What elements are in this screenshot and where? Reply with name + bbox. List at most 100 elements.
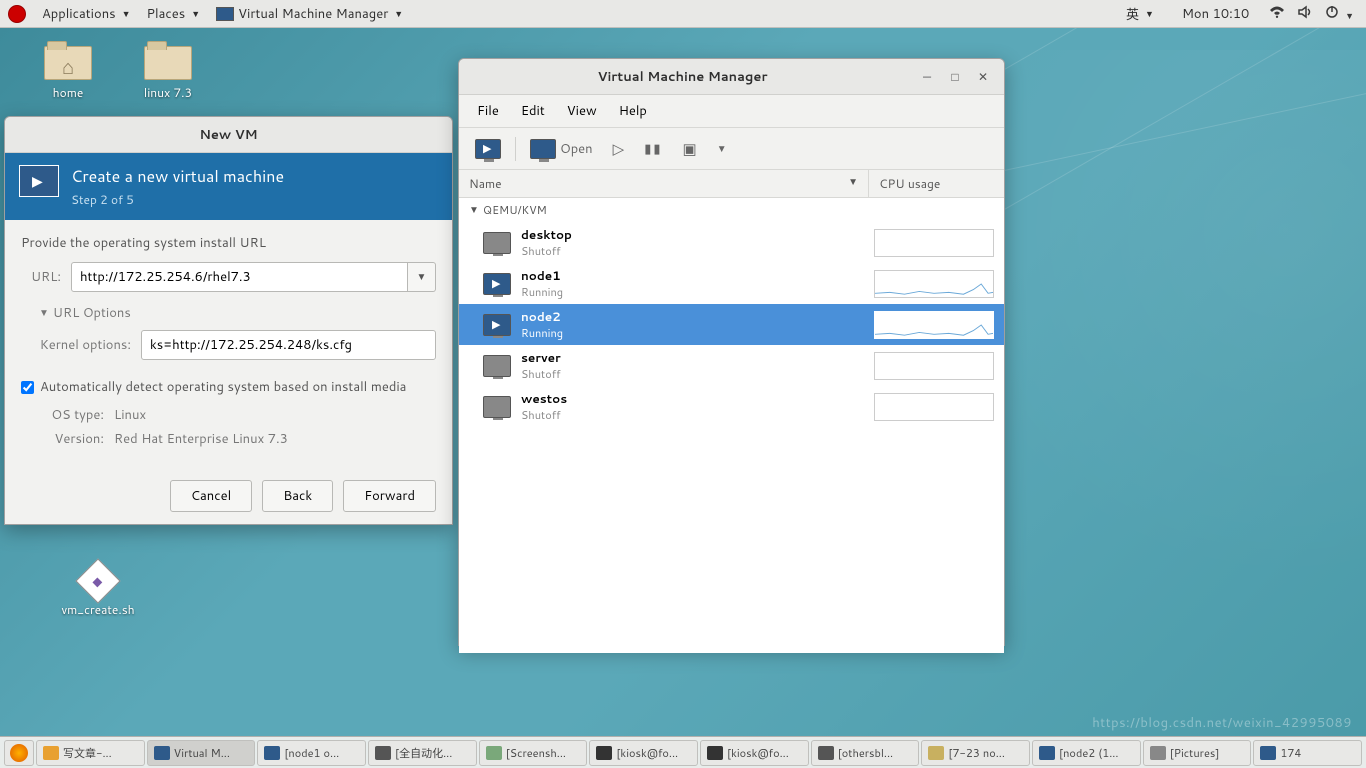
desktop-icon-label: home: [28, 84, 108, 101]
taskbar-item[interactable]: [全自动化...: [368, 740, 477, 766]
menubar: File Edit View Help: [459, 95, 1004, 128]
vm-name: server: [521, 349, 864, 366]
vm-list: ▼ QEMU/KVM desktopShutoffnode1Runningnod…: [459, 198, 1004, 653]
monitor-icon: [483, 396, 511, 418]
taskbar-item-label: [node1 o...: [284, 745, 339, 761]
taskbar-item[interactable]: [node2 (1...: [1032, 740, 1141, 766]
triangle-down-icon: ▼: [39, 306, 49, 320]
vm-row[interactable]: node2Running: [459, 304, 1004, 345]
new-vm-button[interactable]: [469, 135, 507, 163]
vm-name: node2: [521, 308, 864, 325]
menu-view[interactable]: View: [557, 99, 607, 123]
version-value: Red Hat Enterprise Linux 7.3: [114, 430, 288, 448]
taskbar-item-label: [node2 (1...: [1059, 745, 1118, 761]
vm-row[interactable]: westosShutoff: [459, 386, 1004, 427]
cpu-usage-graph: [874, 311, 994, 339]
kernel-options-input[interactable]: [141, 330, 436, 360]
cancel-button[interactable]: Cancel: [170, 480, 252, 512]
shutdown-menu-button[interactable]: ▼: [711, 138, 733, 160]
taskbar-item[interactable]: 174: [1253, 740, 1362, 766]
taskbar-item[interactable]: [node1 o...: [257, 740, 366, 766]
stop-icon: ▣: [683, 138, 697, 159]
desktop-icon-linux73[interactable]: linux 7.3: [128, 40, 208, 101]
app-icon: [818, 746, 834, 760]
applications-menu[interactable]: Applications ▼: [34, 0, 139, 28]
active-app-menu[interactable]: Virtual Machine Manager ▼: [208, 0, 411, 28]
ime-indicator[interactable]: 英 ▼: [1118, 0, 1162, 28]
menu-help[interactable]: Help: [609, 99, 657, 123]
taskbar-item[interactable]: Virtual M...: [147, 740, 256, 766]
vm-row[interactable]: serverShutoff: [459, 345, 1004, 386]
column-name[interactable]: Name ▼: [459, 170, 869, 197]
close-button[interactable]: ✕: [976, 70, 990, 84]
vm-row[interactable]: desktopShutoff: [459, 222, 1004, 263]
app-icon: [375, 746, 391, 760]
taskbar-item[interactable]: [kiosk@fo...: [589, 740, 698, 766]
taskbar-item[interactable]: [7-23 no...: [921, 740, 1030, 766]
taskbar-item-label: 写文章-...: [63, 745, 112, 761]
chevron-down-icon: ▼: [122, 7, 131, 20]
taskbar-item[interactable]: [Screensh...: [479, 740, 588, 766]
folder-icon: [44, 46, 92, 80]
ostype-label: OS type:: [39, 406, 104, 424]
places-menu[interactable]: Places ▼: [139, 0, 209, 28]
power-icon[interactable]: ▼: [1325, 4, 1354, 24]
taskbar-item[interactable]: [othersbl...: [811, 740, 920, 766]
shutdown-button[interactable]: ▣: [677, 134, 703, 163]
pause-button[interactable]: ▮▮: [638, 136, 668, 162]
taskbar-item-label: [kiosk@fo...: [727, 745, 789, 761]
panel-rh-logo[interactable]: [0, 0, 34, 28]
url-options-expander[interactable]: ▼ URL Options: [39, 304, 436, 322]
url-input[interactable]: [71, 262, 408, 292]
app-icon: [154, 746, 170, 760]
window-title: New VM: [5, 126, 452, 144]
url-dropdown-button[interactable]: ▼: [408, 262, 436, 292]
chevron-down-icon: ▼: [394, 7, 403, 20]
monitor-icon: [483, 273, 511, 295]
run-button[interactable]: ▷: [607, 134, 631, 163]
menu-file[interactable]: File: [467, 99, 509, 123]
monitor-icon: [475, 139, 501, 159]
app-icon: [1150, 746, 1166, 760]
taskbar-item[interactable]: [kiosk@fo...: [700, 740, 809, 766]
triangle-down-icon: ▼: [469, 203, 479, 217]
volume-icon[interactable]: [1297, 4, 1313, 24]
desktop-icon-script[interactable]: ◆ vm_create.sh: [58, 565, 138, 618]
cpu-usage-graph: [874, 229, 994, 257]
desktop-icon-home[interactable]: home: [28, 40, 108, 101]
minimize-button[interactable]: —: [920, 70, 934, 84]
column-cpu[interactable]: CPU usage: [869, 170, 1004, 197]
wifi-icon[interactable]: [1269, 4, 1285, 24]
taskbar-item[interactable]: [Pictures]: [1143, 740, 1252, 766]
app-icon: [707, 746, 723, 760]
app-icon: [596, 746, 612, 760]
kernel-options-label: Kernel options:: [21, 336, 131, 354]
app-icon: [43, 746, 59, 760]
pause-icon: ▮▮: [644, 140, 662, 158]
taskbar-item[interactable]: 写文章-...: [36, 740, 145, 766]
monitor-icon: [483, 355, 511, 377]
script-icon: ◆: [75, 558, 120, 603]
active-app-label: Virtual Machine Manager: [238, 5, 388, 23]
vm-group-row[interactable]: ▼ QEMU/KVM: [459, 198, 1004, 222]
vm-status: Shutoff: [521, 366, 864, 382]
open-button[interactable]: Open: [524, 135, 599, 163]
forward-button[interactable]: Forward: [343, 480, 436, 512]
menu-edit[interactable]: Edit: [511, 99, 555, 123]
titlebar[interactable]: Virtual Machine Manager — □ ✕: [459, 59, 1004, 95]
create-vm-icon: [19, 165, 59, 197]
window-title: Virtual Machine Manager: [459, 68, 906, 86]
taskbar-firefox[interactable]: [4, 740, 34, 766]
ostype-value: Linux: [114, 406, 146, 424]
wizard-step: Step 2 of 5: [71, 191, 284, 208]
app-icon: [928, 746, 944, 760]
autodetect-checkbox[interactable]: [21, 381, 34, 394]
open-label: Open: [560, 140, 593, 158]
titlebar[interactable]: New VM: [5, 117, 452, 153]
vm-name: desktop: [521, 226, 864, 243]
maximize-button[interactable]: □: [948, 70, 962, 84]
vm-row[interactable]: node1Running: [459, 263, 1004, 304]
places-label: Places: [147, 5, 186, 23]
clock[interactable]: Mon 10:10: [1174, 0, 1257, 28]
back-button[interactable]: Back: [262, 480, 333, 512]
